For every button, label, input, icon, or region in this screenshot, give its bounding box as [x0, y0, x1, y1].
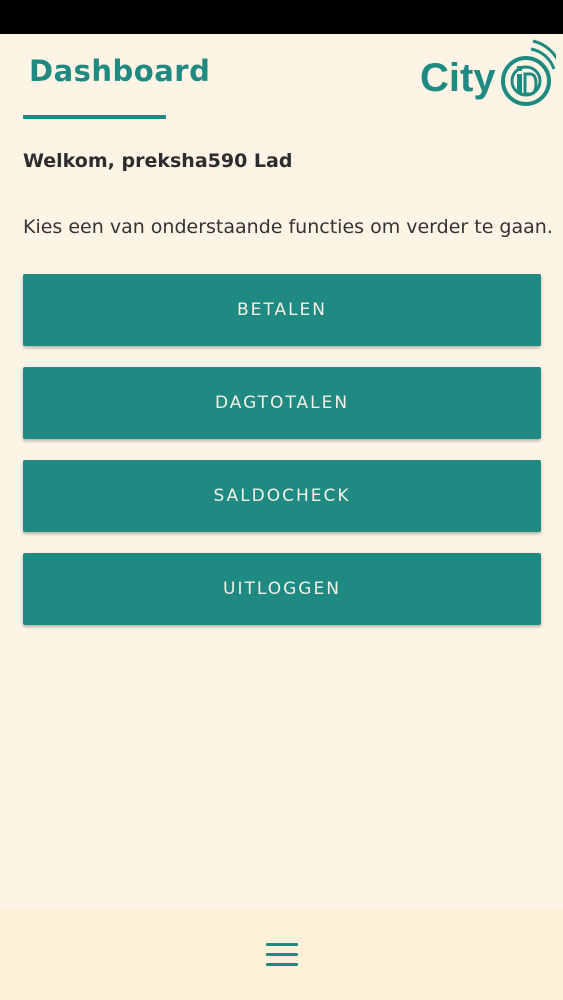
betalen-button[interactable]: BETALEN: [23, 274, 541, 346]
menu-buttons: BETALEN DAGTOTALEN SALDOCHECK UITLOGGEN: [23, 274, 541, 646]
instruction-text: Kies een van onderstaande functies om ve…: [23, 216, 553, 238]
saldocheck-button[interactable]: SALDOCHECK: [23, 460, 541, 532]
title-underline: [23, 115, 166, 119]
page-title: Dashboard: [29, 54, 211, 88]
status-bar: [0, 0, 563, 34]
bottom-nav-bar: [0, 909, 563, 1000]
svg-text:City: City: [420, 56, 496, 100]
city-id-logo: City: [420, 39, 556, 106]
hamburger-menu-icon[interactable]: [266, 943, 298, 967]
dagtotalen-button[interactable]: DAGTOTALEN: [23, 367, 541, 439]
header: Dashboard City: [0, 34, 563, 124]
welcome-text: Welkom, preksha590 Lad: [23, 150, 293, 172]
uitloggen-button[interactable]: UITLOGGEN: [23, 553, 541, 625]
